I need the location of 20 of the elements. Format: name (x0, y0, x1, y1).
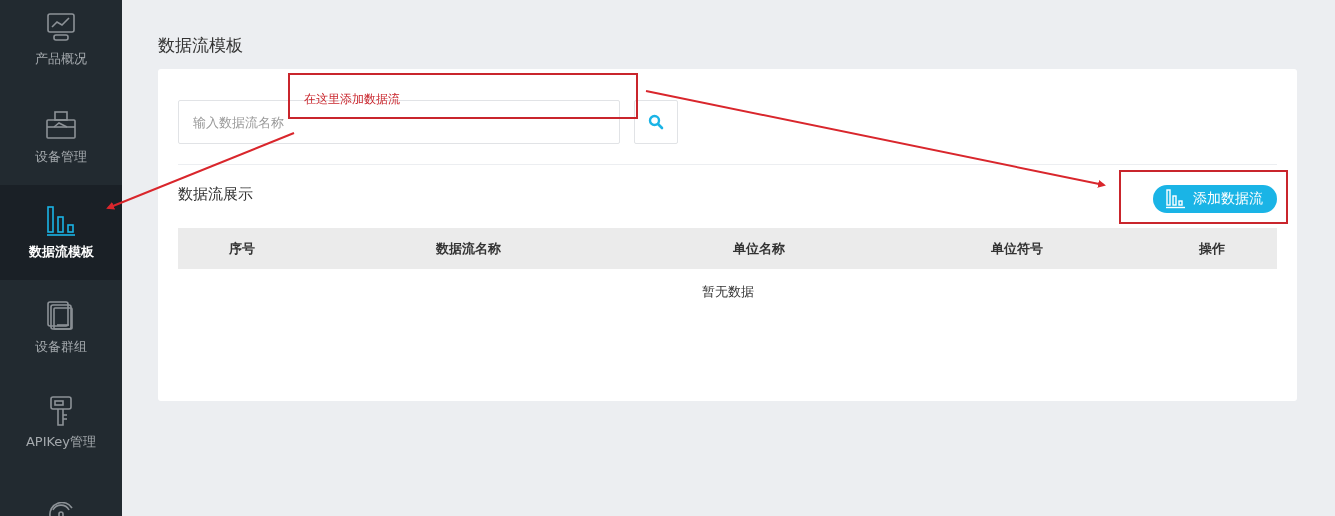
nav-item[interactable]: 设备管理 (0, 90, 122, 185)
bar-chart-icon (45, 204, 77, 237)
column-header: 序号 (228, 239, 256, 258)
toolbox-icon (45, 109, 77, 142)
column-header: 数据流名称 (434, 239, 502, 258)
section-title: 数据流展示 (178, 185, 253, 204)
annotation-callout: 在这里添加数据流 (288, 73, 638, 119)
monitor-chart-icon (45, 12, 77, 44)
nav-item[interactable]: 设备群组 (0, 280, 122, 375)
column-header: 操作 (1197, 239, 1226, 258)
nav-item[interactable]: APIKey管理 (0, 375, 122, 470)
empty-message: 暂无数据 (700, 283, 755, 301)
column-header: 单位名称 (732, 239, 786, 258)
column-header: 单位符号 (990, 239, 1044, 258)
nav-item[interactable]: 产品概况 (0, 0, 122, 90)
nav-item[interactable]: 数据流模板 (0, 185, 122, 280)
bar-chart-icon (1165, 189, 1187, 209)
page-title: 数据流模板 (158, 34, 244, 57)
search-icon (648, 114, 664, 130)
search-button[interactable] (634, 100, 678, 144)
